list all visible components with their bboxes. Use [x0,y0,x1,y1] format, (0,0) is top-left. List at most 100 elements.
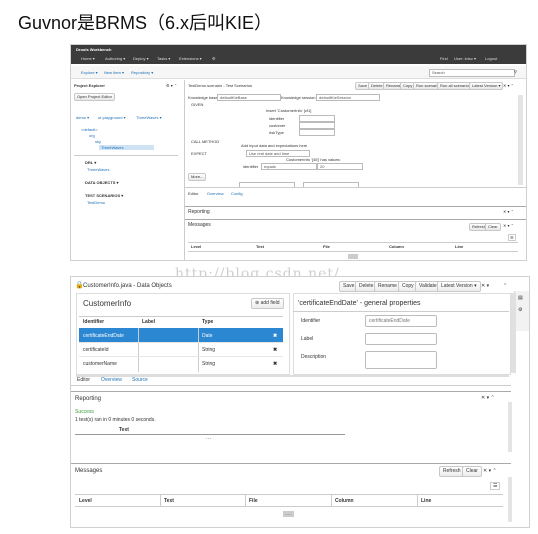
col-level[interactable]: Level [79,498,92,504]
new-item-menu[interactable]: New Item ▾ [104,70,124,75]
row-1-delete-icon[interactable]: ✖ [273,347,277,353]
col-line[interactable]: Line [455,244,463,249]
find-link[interactable]: Find [440,56,448,61]
field-customer-input[interactable] [299,122,335,129]
settings-icon[interactable]: ⚙ [212,56,216,61]
col-text[interactable]: Text [256,244,264,249]
messages-scrollbar[interactable] [508,477,512,522]
knowledge-session-select[interactable]: defaultKieSession [316,94,380,101]
explore-menu[interactable]: Explore ▾ [81,70,98,75]
columns-menu-icon[interactable]: ☰ [490,482,501,490]
tab-source[interactable]: Source [132,377,148,383]
col-level[interactable]: Level [191,244,201,249]
tab-config[interactable]: Config [231,191,243,196]
col-text[interactable]: Text [164,498,174,504]
report-table-line [75,434,345,435]
header-type[interactable]: Type [202,319,213,325]
given-label: GIVEN [191,102,204,107]
tree-threewaves-selected[interactable]: ThreeWaves [99,145,154,150]
prop-label-input[interactable] [365,333,437,345]
expect-operator-select[interactable]: equals [261,163,317,170]
field-risktype-input[interactable] [299,129,335,136]
repository-menu[interactable]: Repository ▾ [131,70,153,75]
row-2-identifier[interactable]: customerName [83,361,117,367]
col-column[interactable]: Column [389,244,404,249]
rename-button[interactable]: Rename [374,281,401,292]
row-0-type: Date [202,333,213,339]
add-field-button[interactable]: ⊕ add field [251,298,284,309]
breadcrumb-threewaves[interactable]: ThreeWaves ▾ [136,115,162,120]
columns-toggle-icon[interactable]: ☰ [508,234,516,241]
pager[interactable] [348,254,358,259]
menu-home[interactable]: Home ▾ [81,56,95,61]
drl-item[interactable]: ThreeWaves [87,167,110,172]
user-menu[interactable]: User: krisv ▾ [454,56,476,61]
maximize-icon[interactable]: ⌃ [503,283,507,289]
search-icon[interactable]: ⚲ [514,69,517,74]
reporting-controls[interactable]: ✕ ▾ ⌃ [481,395,495,401]
report-pager[interactable]: ··· [206,436,211,442]
latest-version-dropdown[interactable]: Latest Version ▾ [437,281,481,292]
messages-clear-button[interactable]: Clear [485,223,501,231]
refresh-button[interactable]: Refresh [439,466,465,477]
drl-section-label[interactable]: DRL ▾ [85,160,96,165]
tree-default[interactable]: <default> [81,127,98,132]
row-0-identifier: certificateEndDate [83,333,124,339]
col-file[interactable]: File [249,498,258,504]
tree-sky[interactable]: sky [95,139,101,144]
col-file[interactable]: File [323,244,330,249]
msg-table-bottom [188,251,518,252]
rule-select[interactable]: Use real date and time [246,150,310,157]
logout-link[interactable]: Logout [485,56,497,61]
latest-version-dropdown[interactable]: Latest Version ▾ [469,82,504,90]
search-input[interactable]: Search [429,69,515,77]
knowledge-base-select[interactable]: defaultKieBase [217,94,281,101]
explorer-tools[interactable]: ⚙ ▾ ⌃ [166,83,177,88]
editor-scrollbar[interactable] [518,95,523,185]
reporting-divider [185,206,526,207]
breadcrumb-playground[interactable]: uf-playground ▾ [98,115,126,120]
messages-pager[interactable]: ..... [283,511,294,517]
reporting-scrollbar[interactable] [508,402,512,452]
messages-controls[interactable]: ✕ ▾ ⌃ [483,468,497,474]
col-line[interactable]: Line [421,498,431,504]
row-2-delete-icon[interactable]: ✖ [273,361,277,367]
test-scenarios-section-label[interactable]: TEST SCENARIOS ▾ [85,193,123,198]
close-icon[interactable]: ✕ ▾ [481,283,489,289]
messages-window-controls[interactable]: ✕ ▾ ⌃ [503,223,514,228]
messages-table-top [75,494,503,495]
editor-window-controls[interactable]: ✕ ▾ ⌃ [503,83,514,88]
menu-deploy[interactable]: Deploy ▾ [133,56,149,61]
gear-icon[interactable]: ⚙ [518,307,522,313]
prop-identifier-label: Identifier [301,318,321,324]
tab-editor[interactable]: Editor [188,191,198,196]
row-1-identifier[interactable]: certificateId [83,347,109,353]
properties-scrollbar[interactable] [511,293,516,373]
field-identifier-input[interactable] [299,115,335,122]
breadcrumb-demo[interactable]: demo ▾ [76,115,89,120]
editor-border [184,80,185,260]
header-label[interactable]: Label [142,319,155,325]
prop-identifier-input[interactable]: certificateEndDate [365,315,437,327]
clear-button[interactable]: Clear [462,466,482,477]
row-0-delete-icon[interactable]: ✖ [273,333,277,339]
top-navbar [71,45,526,64]
data-objects-section-label[interactable]: DATA OBJECTS ▾ [85,180,119,185]
tree-org[interactable]: org [89,133,95,138]
open-project-editor-button[interactable]: Open Project Editor [74,93,115,101]
menu-tasks[interactable]: Tasks ▾ [157,56,170,61]
col-column[interactable]: Column [335,498,354,504]
menu-extensions[interactable]: Extensions ▾ [179,56,202,61]
menu-authoring[interactable]: Authoring ▾ [105,56,125,61]
tab-overview[interactable]: Overview [101,377,122,383]
expect-value-input[interactable]: 20 [317,163,363,170]
prop-description-input[interactable] [365,351,437,369]
tab-overview[interactable]: Overview [207,191,224,196]
more-button[interactable]: More... [188,173,207,181]
dataobject-panel-icon[interactable]: ▤ [518,295,523,301]
reporting-window-controls[interactable]: ✕ ▾ ⌃ [503,209,514,214]
test-scenario-item[interactable]: TestDemo [87,200,105,205]
tab-editor[interactable]: Editor [77,377,90,383]
header-identifier[interactable]: Identifier [83,319,104,325]
field-identifier-label: identifier [269,116,285,121]
